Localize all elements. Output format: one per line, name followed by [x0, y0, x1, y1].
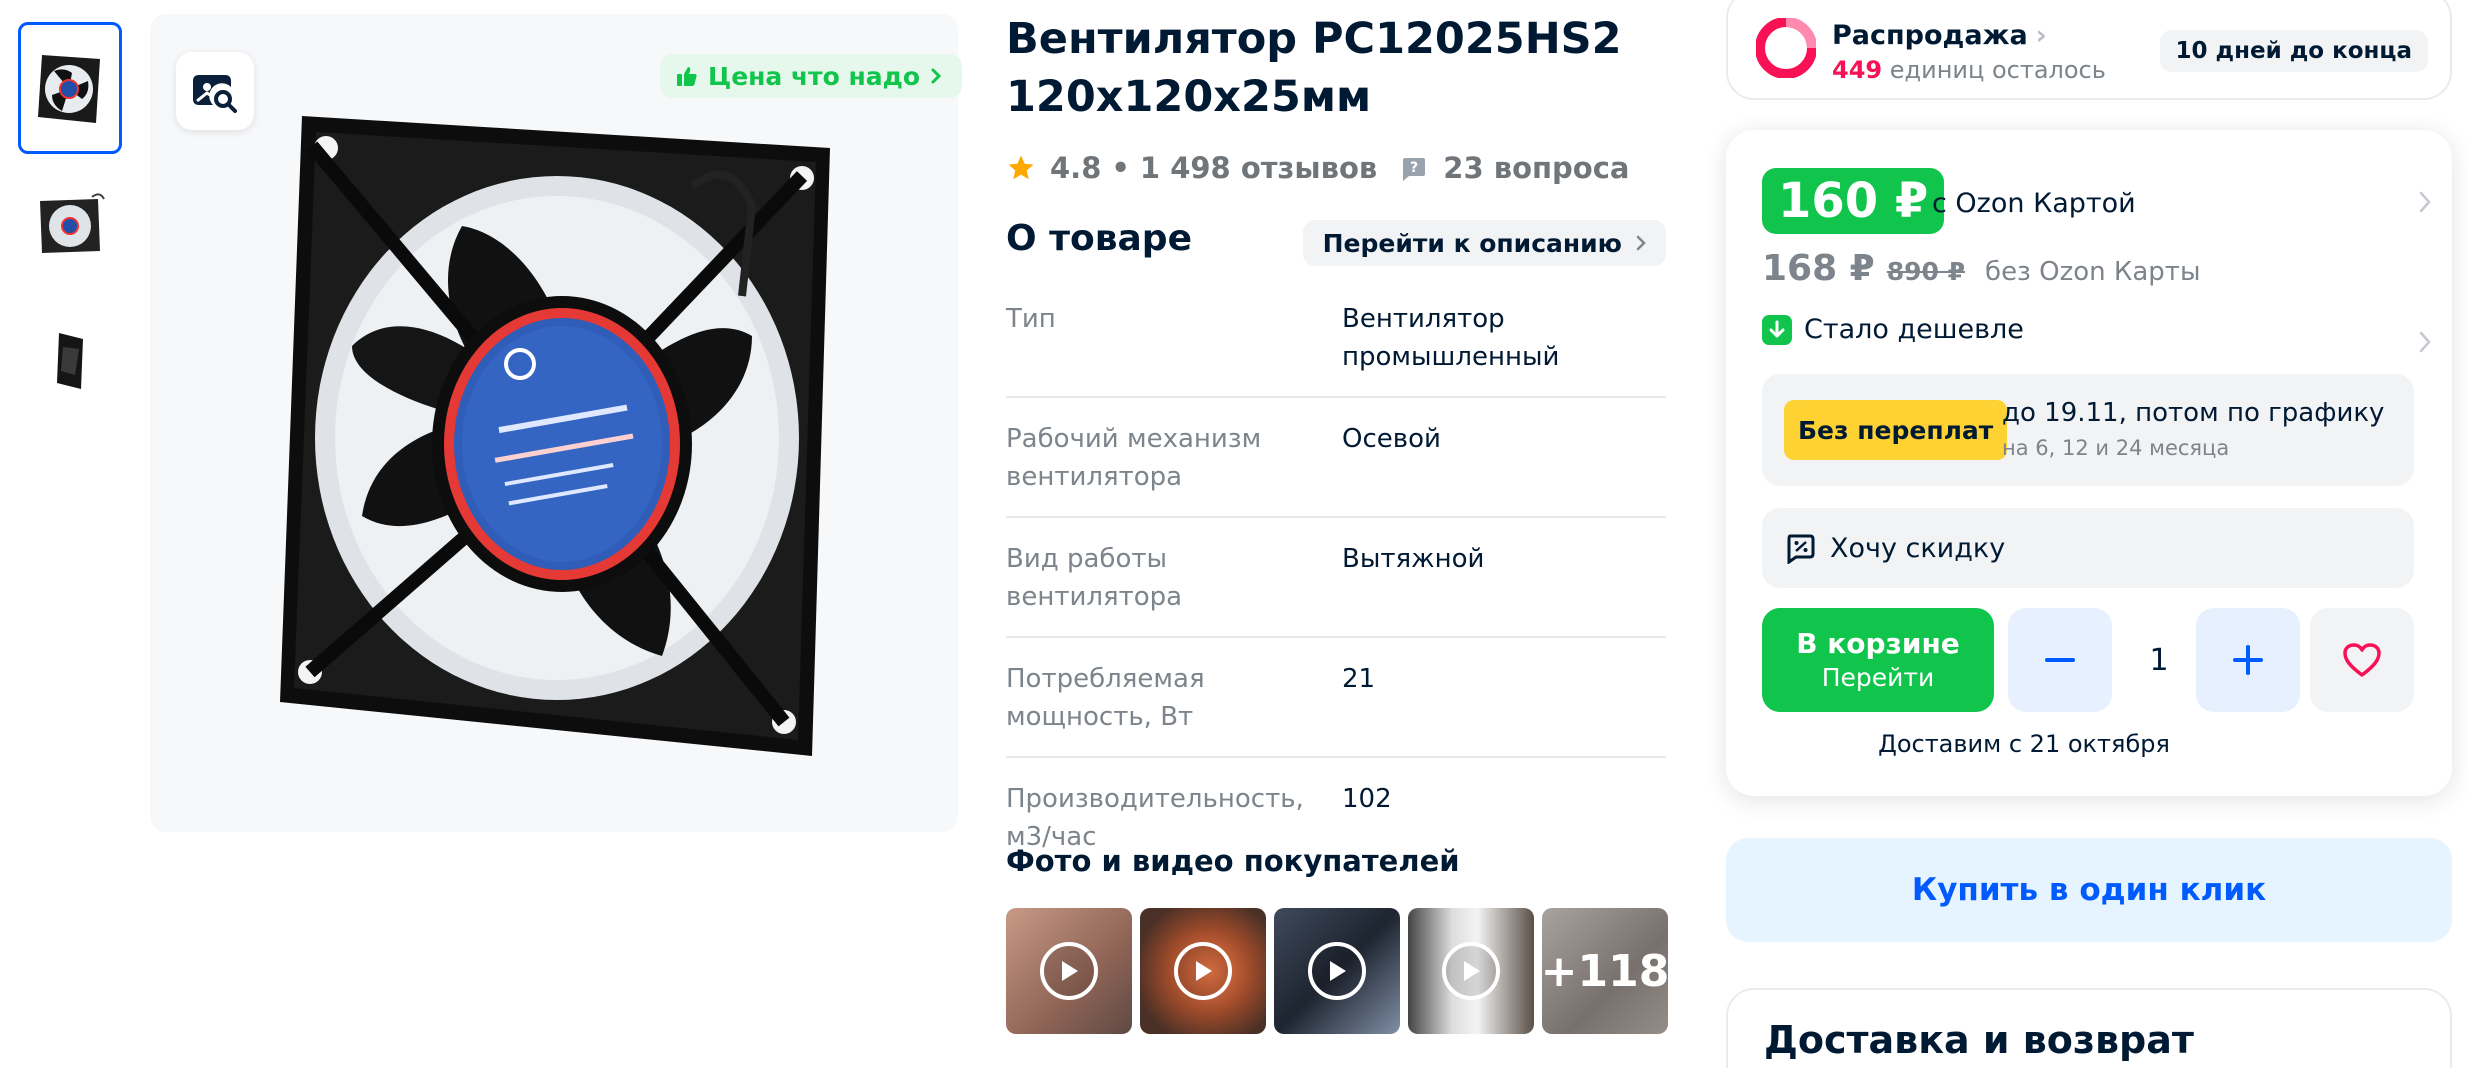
- thumbnail-2[interactable]: [18, 158, 122, 290]
- property-row: Тип Вентилятор промышленный: [1006, 290, 1666, 398]
- fan-product-illustration: [280, 116, 830, 756]
- heart-icon: [2343, 643, 2381, 677]
- rating-value: 4.8: [1050, 151, 1102, 185]
- sale-days-left: 10 дней до конца: [2159, 30, 2428, 72]
- price-tag-badge[interactable]: Цена что надо: [660, 54, 963, 98]
- chevron-right-icon: ›: [2035, 20, 2047, 51]
- thumbnail-list: [18, 22, 122, 430]
- image-search-button[interactable]: [176, 52, 254, 130]
- property-value: 21: [1342, 664, 1376, 694]
- buy-one-click-button[interactable]: Купить в один клик: [1726, 838, 2452, 942]
- fan-thumbnail-icon: [57, 333, 83, 389]
- go-to-cart-label: Перейти: [1821, 663, 1935, 692]
- minus-icon: [2045, 658, 2075, 662]
- customer-photos-more[interactable]: +118: [1542, 908, 1668, 1034]
- ozon-card-price: 160 ₽: [1762, 168, 1945, 234]
- ozon-card-label[interactable]: с Ozon Картой: [1932, 188, 2136, 219]
- property-value: Осевой: [1342, 424, 1441, 454]
- sale-name-label: Распродажа: [1832, 20, 2028, 51]
- property-value: Вентилятор промышленный: [1342, 304, 1560, 372]
- thumbnail-3[interactable]: [18, 294, 122, 426]
- property-row: Рабочий механизм вентилятора Осевой: [1006, 398, 1666, 518]
- plus-icon: [2233, 645, 2263, 675]
- in-cart-label: В корзине: [1796, 627, 1960, 660]
- star-icon: [1008, 155, 1034, 180]
- customer-video-thumb[interactable]: [1140, 908, 1266, 1034]
- thumbnail-1[interactable]: [18, 22, 122, 154]
- quantity-value: 1: [2149, 642, 2169, 678]
- price-drop-label: Стало дешевле: [1804, 314, 2024, 345]
- favorite-button[interactable]: [2310, 608, 2414, 712]
- reviews-count[interactable]: 1 498 отзывов: [1140, 151, 1377, 185]
- old-price: 890 ₽: [1886, 257, 1966, 286]
- price-drop-row[interactable]: Стало дешевле: [1762, 314, 2024, 345]
- rating-separator: •: [1111, 151, 1130, 185]
- sale-units-count: 449: [1832, 56, 1883, 84]
- rating-row[interactable]: 4.8 • 1 498 отзывов ? 23 вопроса: [1006, 148, 1629, 188]
- sale-logo-icon: [1756, 18, 1816, 78]
- fan-thumbnail-icon: [40, 193, 105, 253]
- sale-units-text: единиц осталось: [1889, 56, 2106, 84]
- customer-photos-strip: +118: [1006, 908, 1668, 1034]
- property-row: Вид работы вентилятора Вытяжной: [1006, 518, 1666, 638]
- increase-quantity-button[interactable]: [2196, 608, 2300, 712]
- decrease-quantity-button[interactable]: [2008, 608, 2112, 712]
- chevron-right-icon[interactable]: [2418, 330, 2432, 354]
- no-card-label: без Ozon Карты: [1985, 257, 2201, 287]
- arrow-down-icon: [1762, 314, 1792, 345]
- regular-price-row: 168 ₽ 890 ₽ без Ozon Карты: [1762, 248, 2200, 289]
- properties-list: Тип Вентилятор промышленный Рабочий меха…: [1006, 290, 1666, 876]
- sale-banner[interactable]: Распродажа › 449 единиц осталось 10 дней …: [1726, 0, 2452, 100]
- customer-video-thumb[interactable]: [1274, 908, 1400, 1034]
- property-key: Тип: [1006, 304, 1056, 334]
- play-icon: [1040, 942, 1098, 1000]
- sale-units-left: 449 единиц осталось: [1832, 56, 2106, 84]
- buy-box: 160 ₽ с Ozon Картой 168 ₽ 890 ₽ без Ozon…: [1726, 130, 2452, 796]
- property-key: Вид работы вентилятора: [1006, 544, 1183, 612]
- customer-video-thumb[interactable]: [1408, 908, 1534, 1034]
- shipping-returns-title: Доставка и возврат: [1764, 1018, 2194, 1062]
- customer-video-thumb[interactable]: [1006, 908, 1132, 1034]
- property-value: Вытяжной: [1342, 544, 1485, 574]
- property-key: Рабочий механизм вентилятора: [1006, 424, 1262, 492]
- chevron-right-icon: [1636, 235, 1646, 251]
- image-search-icon: [193, 75, 237, 113]
- delivery-date: Доставим с 21 октября: [1878, 730, 2170, 758]
- customer-photos-title: Фото и видео покупателей: [1006, 844, 1460, 878]
- sale-name[interactable]: Распродажа ›: [1832, 20, 2047, 51]
- chevron-right-icon[interactable]: [2418, 190, 2432, 214]
- property-row: Потребляемая мощность, Вт 21: [1006, 638, 1666, 758]
- want-discount-button[interactable]: Хочу скидку: [1762, 508, 2414, 588]
- play-icon: [1442, 942, 1500, 1000]
- more-photos-count: +118: [1542, 945, 1668, 997]
- want-discount-label: Хочу скидку: [1830, 532, 2006, 564]
- shipping-returns-card[interactable]: Доставка и возврат: [1726, 988, 2452, 1068]
- thumbs-up-icon: [677, 67, 697, 86]
- goto-description-label: Перейти к описанию: [1322, 228, 1622, 258]
- discount-icon: [1787, 534, 1815, 564]
- product-title: Вентилятор PC12025HS2 120x120x25мм: [1006, 14, 1622, 122]
- price-tag-label: Цена что надо: [708, 61, 921, 91]
- installments-terms: до 19.11, потом по графику: [2002, 398, 2385, 428]
- svg-text:?: ?: [1410, 160, 1418, 176]
- play-icon: [1308, 942, 1366, 1000]
- installments-block[interactable]: Без переплат до 19.11, потом по графику …: [1762, 374, 2414, 486]
- play-icon: [1174, 942, 1232, 1000]
- regular-price: 168 ₽: [1762, 248, 1875, 289]
- installments-months: на 6, 12 и 24 месяца: [2002, 436, 2230, 460]
- property-key: Потребляемая мощность, Вт: [1006, 664, 1205, 732]
- about-title: О товаре: [1006, 218, 1192, 259]
- in-cart-button[interactable]: В корзине Перейти: [1762, 608, 1994, 712]
- installments-badge: Без переплат: [1784, 400, 2008, 460]
- fan-thumbnail-icon: [38, 55, 100, 123]
- questions-count[interactable]: 23 вопроса: [1443, 151, 1629, 185]
- chevron-right-icon: [931, 68, 942, 84]
- question-icon: ?: [1403, 158, 1426, 181]
- goto-description-button[interactable]: Перейти к описанию: [1302, 220, 1666, 266]
